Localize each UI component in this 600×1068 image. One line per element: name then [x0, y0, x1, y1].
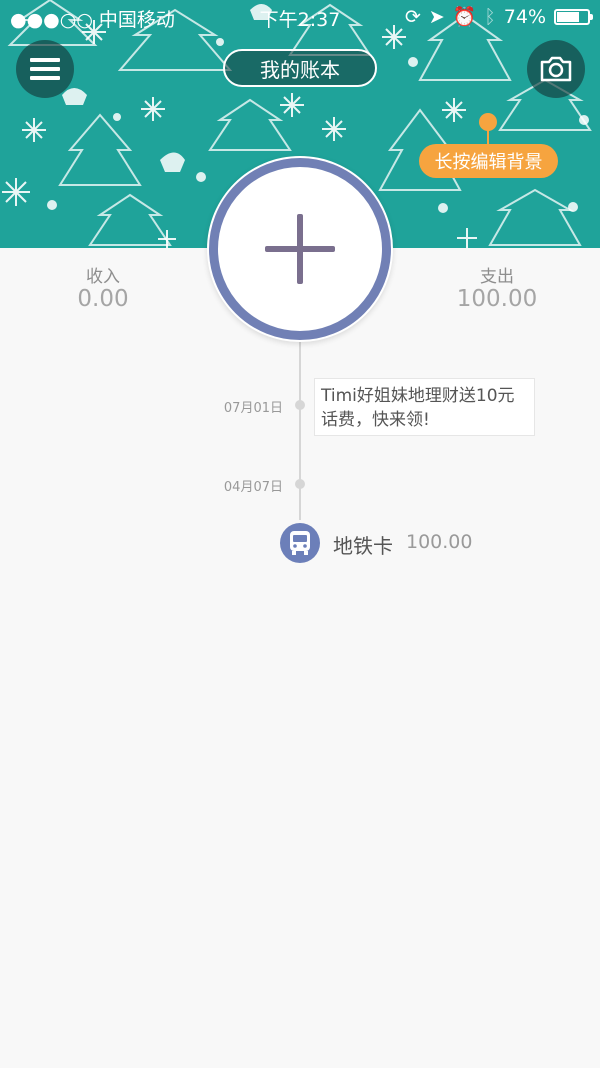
promo-text-line1b: 地理财送10元: [407, 386, 515, 406]
timeline-date: 04月07日: [223, 480, 283, 495]
timeline-dot: [295, 479, 305, 489]
add-record-button[interactable]: [207, 156, 393, 342]
entry-amount: 100.00: [406, 531, 473, 553]
promo-text-line2: 话费，快来领!: [321, 410, 430, 430]
menu-button[interactable]: [16, 40, 74, 98]
promo-card[interactable]: Timi好姐妹地理财送10元 话费，快来领!: [314, 378, 535, 436]
location-icon: ➤: [428, 5, 445, 28]
promo-text-line1: Timi好姐妹: [321, 386, 408, 406]
battery-fill: [557, 11, 580, 22]
entry-name[interactable]: 地铁卡: [333, 530, 393, 559]
camera-button[interactable]: [527, 40, 585, 98]
battery-percent: 74%: [503, 5, 546, 28]
income-value: 0.00: [77, 286, 129, 312]
ledger-title: 我的账本: [260, 57, 340, 82]
lock-rotation-icon: ⟳: [404, 5, 421, 28]
timeline-date: 07月01日: [223, 401, 283, 416]
status-right: ⟳ ➤ ⏰ ᛒ 74%: [404, 5, 593, 28]
edit-background-tip-label: 长按编辑背景: [434, 152, 543, 173]
hamburger-menu-icon: [30, 58, 60, 80]
plus-icon: [265, 214, 335, 284]
timeline-line: [299, 330, 301, 520]
bluetooth-icon: ᛒ: [484, 5, 496, 28]
camera-icon: [540, 56, 572, 82]
ledger-title-button[interactable]: 我的账本: [223, 49, 377, 87]
tip-pin-stem: [487, 122, 489, 146]
bus-icon: [290, 531, 310, 555]
transport-category-button[interactable]: [280, 523, 320, 563]
edit-background-tip[interactable]: 长按编辑背景: [419, 144, 558, 178]
timeline-dot: [295, 400, 305, 410]
status-bar: ●●●○○ 中国移动 下午2:37 ⟳ ➤ ⏰ ᛒ 74%: [0, 0, 600, 34]
battery-icon: [554, 8, 593, 25]
income-label: 收入: [86, 267, 120, 287]
expense-value: 100.00: [456, 286, 538, 312]
alarm-icon: ⏰: [452, 6, 477, 28]
expense-label: 支出: [480, 267, 514, 287]
